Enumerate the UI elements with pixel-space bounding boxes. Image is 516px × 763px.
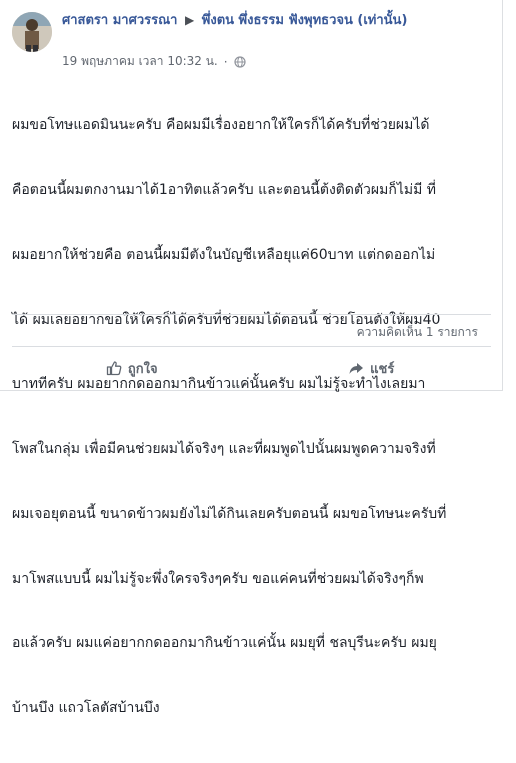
like-button[interactable]: ถูกใจ (12, 352, 252, 384)
post-header: ศาสตรา มาศวรรณา ▶ พึ่งตน พึ่งธรรม ฟังพุท… (62, 11, 492, 30)
share-button[interactable]: แชร์ (252, 352, 492, 384)
comment-count-link[interactable]: ความคิดเห็น 1 รายการ (357, 323, 478, 342)
post-body-line: ผมเจอยุตอนนี้ ขนาดข้าวผมยังไม่ได้กินเลยค… (12, 505, 447, 522)
thumbs-up-icon (106, 361, 122, 376)
post-body: ผมขอโทษแอดมินนะครับ คือผมมีเรื่องอยากให้… (12, 72, 492, 763)
post-meta: 19 พฤษภาคม เวลา 10:32 น. · (62, 52, 246, 71)
post-body-line: มาโพสแบบนี้ ผมไม่รู้จะพึ่งใครจริงๆครับ ข… (12, 570, 424, 587)
like-label: ถูกใจ (127, 361, 158, 377)
divider (12, 346, 491, 347)
author-name-link[interactable]: ศาสตรา มาศวรรณา (62, 13, 177, 28)
divider (12, 314, 491, 315)
post-timestamp[interactable]: 19 พฤษภาคม เวลา 10:32 น. (62, 52, 218, 71)
author-avatar[interactable] (12, 12, 52, 52)
post-body-line: อแล้วครับ ผมแค่อยากกดออกมากินข้าวแค่นั้น… (12, 635, 437, 652)
avatar-photo (12, 12, 52, 52)
post-body-line: โพสในกลุ่ม เพื่อมีคนช่วยผมได้จริงๆ และที… (12, 441, 436, 458)
share-arrow-icon (349, 363, 364, 374)
post-body-line: ผมอยากให้ช่วยคือ ตอนนี้ผมมีตังในบัญชีเหล… (12, 246, 436, 263)
post-body-line: บ้านบึง แถวโลตัสบ้านบึง (12, 700, 160, 717)
dot-separator: · (223, 54, 228, 69)
globe-icon[interactable] (233, 55, 246, 68)
triangle-right-icon: ▶ (185, 13, 195, 27)
post-body-line: ผมขอโทษแอดมินนะครับ คือผมมีเรื่องอยากให้… (12, 117, 430, 134)
group-name-link[interactable]: พึ่งตน พึ่งธรรม ฟังพุทธวจน (เท่านั้น) (202, 13, 408, 28)
post-card: ศาสตรา มาศวรรณา ▶ พึ่งตน พึ่งธรรม ฟังพุท… (0, 0, 503, 716)
post-body-line: คือตอนนี้ผมตกงานมาได้1อาทิตแล้วครับ และต… (12, 181, 436, 198)
share-label: แชร์ (370, 361, 395, 377)
action-bar: ถูกใจ แชร์ (12, 352, 491, 384)
